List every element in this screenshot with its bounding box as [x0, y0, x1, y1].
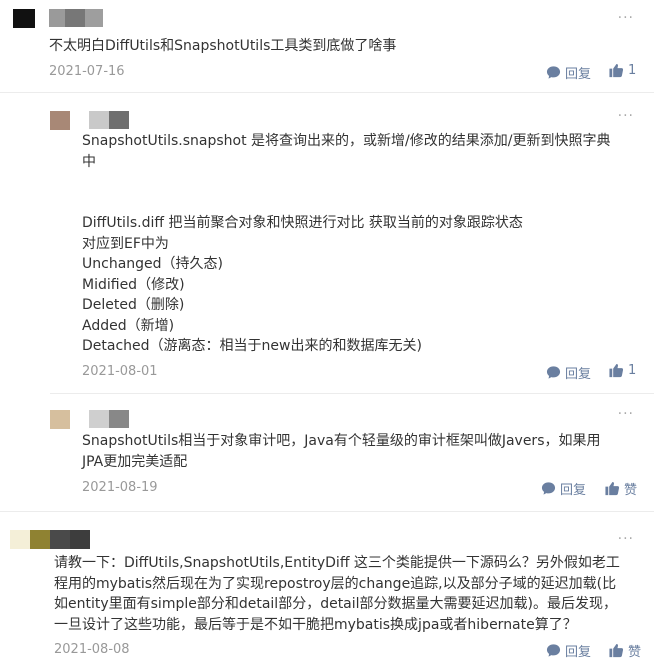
- comment-bubble-icon: [546, 366, 561, 379]
- reply-label: 回复: [565, 645, 592, 660]
- avatar[interactable]: [13, 9, 103, 28]
- comment-text: 请教一下：DiffUtils,SnapshotUtils,EntityDiff …: [54, 555, 620, 633]
- thumbs-up-icon: [609, 363, 624, 378]
- comment-bubble-icon: [541, 482, 556, 495]
- more-dots-icon[interactable]: ···: [618, 10, 634, 26]
- avatar[interactable]: [50, 111, 129, 130]
- comment-text: SnapshotUtils.snapshot 是将查询出来的，或新增/修改的结果…: [82, 133, 611, 354]
- more-dots-icon[interactable]: ···: [618, 108, 634, 124]
- like-label: 赞: [624, 483, 638, 498]
- reply-button[interactable]: 回复: [546, 63, 591, 82]
- reply-button[interactable]: 回复: [546, 363, 591, 382]
- like-button[interactable]: 1: [608, 363, 636, 378]
- reply-label: 回复: [565, 67, 592, 82]
- thumbs-up-icon: [609, 63, 624, 78]
- reply-label: 回复: [565, 367, 592, 382]
- like-button[interactable]: 赞: [604, 479, 637, 498]
- comment-bubble-icon: [546, 644, 561, 657]
- like-count: 1: [628, 363, 637, 378]
- thumbs-up-icon: [609, 643, 624, 658]
- divider: [0, 92, 654, 93]
- like-label: 赞: [628, 645, 642, 660]
- reply-button[interactable]: 回复: [541, 479, 586, 498]
- divider: [0, 511, 654, 512]
- comment-date: 2021-08-08: [54, 642, 130, 657]
- comment-date: 2021-07-16: [49, 64, 125, 79]
- comment-text: 不太明白DiffUtils和SnapshotUtils工具类到底做了啥事: [49, 38, 397, 54]
- avatar[interactable]: [10, 530, 90, 549]
- avatar[interactable]: [50, 410, 129, 429]
- reply-button[interactable]: 回复: [546, 641, 591, 660]
- comment-bubble-icon: [546, 66, 561, 79]
- thumbs-up-icon: [605, 481, 620, 496]
- comment-text: SnapshotUtils相当于对象审计吧，Java有个轻量级的审计框架叫做Ja…: [82, 433, 601, 470]
- more-dots-icon[interactable]: ···: [618, 531, 634, 547]
- reply-label: 回复: [560, 483, 587, 498]
- comment-date: 2021-08-19: [82, 480, 158, 495]
- like-count: 1: [628, 63, 637, 78]
- comment-date: 2021-08-01: [82, 364, 158, 379]
- like-button[interactable]: 1: [608, 63, 636, 78]
- divider: [50, 393, 654, 394]
- more-dots-icon[interactable]: ···: [618, 406, 634, 422]
- like-button[interactable]: 赞: [608, 641, 641, 660]
